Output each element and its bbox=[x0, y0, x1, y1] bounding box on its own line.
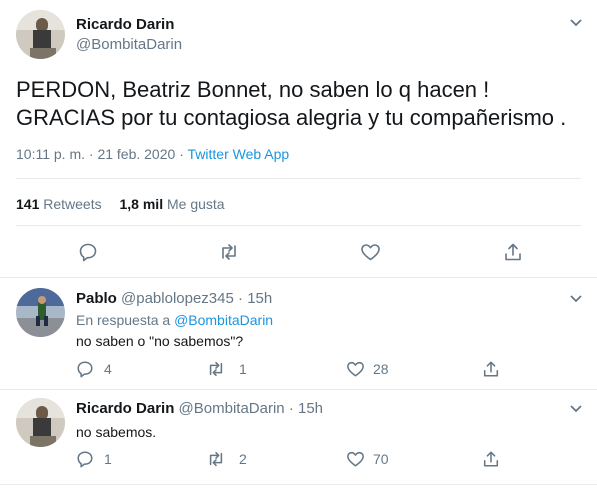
like-count: 70 bbox=[373, 451, 389, 467]
reply-icon[interactable] bbox=[76, 360, 94, 378]
dot-separator: · bbox=[288, 400, 294, 417]
reply-header: Pablo @pablolopez345 · 15h bbox=[76, 290, 272, 307]
reply-to-prefix: En respuesta a bbox=[76, 312, 171, 328]
tweet-source-link[interactable]: Twitter Web App bbox=[188, 146, 290, 162]
reply-author-name[interactable]: Ricardo Darin bbox=[76, 400, 174, 417]
retweet-count: 2 bbox=[239, 451, 247, 467]
reply-author-handle[interactable]: @pablolopez345 bbox=[121, 290, 234, 307]
reply-avatar[interactable] bbox=[16, 288, 65, 337]
share-icon[interactable] bbox=[503, 242, 523, 262]
dot-separator: · bbox=[238, 290, 244, 307]
divider bbox=[0, 389, 597, 390]
like-count: 28 bbox=[373, 361, 389, 377]
tweet-text-line: GRACIAS por tu contagiosa alegria y tu c… bbox=[16, 105, 567, 130]
divider bbox=[16, 225, 581, 226]
reply-to-handle-link[interactable]: @BombitaDarin bbox=[174, 312, 273, 328]
reply-to-line: En respuesta a @BombitaDarin bbox=[76, 312, 273, 328]
reply-time[interactable]: 15h bbox=[298, 400, 323, 417]
share-icon[interactable] bbox=[482, 450, 500, 468]
reply-action-bar: 1 2 70 bbox=[76, 450, 499, 470]
tweet-text: PERDON, Beatriz Bonnet, no saben lo q ha… bbox=[16, 76, 566, 132]
retweet-count: 141 bbox=[16, 196, 40, 212]
reply-text: no sabemos. bbox=[76, 424, 157, 440]
retweet-label: Retweets bbox=[43, 196, 102, 212]
divider bbox=[0, 277, 597, 278]
retweet-icon[interactable] bbox=[206, 450, 226, 468]
divider bbox=[0, 484, 597, 485]
chevron-down-icon[interactable] bbox=[568, 400, 584, 416]
share-icon[interactable] bbox=[482, 360, 500, 378]
meta-separator: · bbox=[179, 146, 184, 162]
reply-icon[interactable] bbox=[76, 450, 94, 468]
retweet-stat[interactable]: 141 Retweets bbox=[16, 196, 106, 212]
author-avatar[interactable] bbox=[16, 10, 65, 59]
tweet-timestamp[interactable]: 10:11 p. m. · 21 feb. 2020 bbox=[16, 146, 175, 162]
reply-text: no saben o "no sabemos"? bbox=[76, 333, 244, 349]
reply-action-bar: 4 1 28 bbox=[76, 360, 499, 380]
heart-icon[interactable] bbox=[360, 242, 381, 262]
reply-icon[interactable] bbox=[78, 242, 98, 262]
chevron-down-icon[interactable] bbox=[568, 290, 584, 306]
tweet-text-line: PERDON, Beatriz Bonnet, no saben lo q ha… bbox=[16, 77, 490, 102]
author-name[interactable]: Ricardo Darin bbox=[76, 16, 174, 33]
reply-count: 1 bbox=[104, 451, 112, 467]
reply-author-handle[interactable]: @BombitaDarin bbox=[179, 400, 285, 417]
retweet-icon[interactable] bbox=[218, 242, 240, 262]
retweet-count: 1 bbox=[239, 361, 247, 377]
heart-icon[interactable] bbox=[346, 360, 365, 378]
like-stat[interactable]: 1,8 mil Me gusta bbox=[120, 196, 225, 212]
reply-count: 4 bbox=[104, 361, 112, 377]
like-label: Me gusta bbox=[166, 196, 225, 212]
like-count: 1,8 mil bbox=[119, 196, 164, 212]
tweet-stats: 141 Retweets 1,8 mil Me gusta bbox=[16, 196, 225, 212]
retweet-icon[interactable] bbox=[206, 360, 226, 378]
chevron-down-icon[interactable] bbox=[568, 14, 584, 30]
heart-icon[interactable] bbox=[346, 450, 365, 468]
reply-avatar[interactable] bbox=[16, 398, 65, 447]
divider bbox=[16, 178, 581, 179]
tweet-meta: 10:11 p. m. · 21 feb. 2020 · Twitter Web… bbox=[16, 146, 289, 162]
reply-time[interactable]: 15h bbox=[247, 290, 272, 307]
reply-author-name[interactable]: Pablo bbox=[76, 290, 117, 307]
author-handle[interactable]: @BombitaDarin bbox=[76, 36, 182, 53]
reply-header: Ricardo Darin @BombitaDarin · 15h bbox=[76, 400, 323, 417]
